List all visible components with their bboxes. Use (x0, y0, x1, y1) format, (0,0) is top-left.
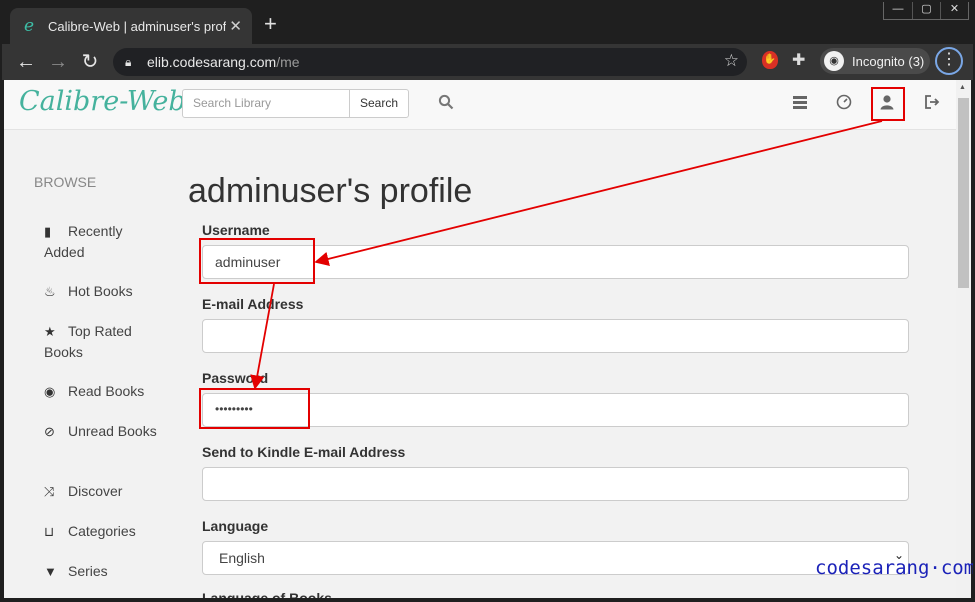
maximize-button[interactable]: ▢ (912, 1, 940, 19)
fire-icon: ♨ (44, 284, 56, 299)
username-highlight (199, 238, 315, 284)
watermark-text: codesarang·com (815, 557, 975, 579)
language-label: Language (202, 518, 269, 534)
search-input[interactable]: Search Library (182, 89, 350, 118)
admin-settings-icon[interactable] (792, 94, 808, 110)
extension-icon[interactable]: ✋ (762, 51, 778, 69)
profile-icon-highlight (871, 87, 905, 121)
email-field[interactable] (202, 319, 909, 353)
tab-title: Calibre-Web | adminuser's profile (48, 18, 226, 34)
star-icon[interactable]: ☆ (724, 51, 739, 71)
password-highlight (199, 388, 310, 429)
menu-icon[interactable]: ⋮ (935, 47, 963, 75)
calibre-favicon-icon: e (23, 16, 35, 36)
sidebar-item-categories[interactable]: ⊔ Categories (44, 521, 159, 542)
search-button[interactable]: Search (349, 89, 409, 118)
shuffle-icon: ⤨ (44, 484, 55, 499)
browser-tab[interactable]: e Calibre-Web | adminuser's profile ✕ (10, 8, 252, 44)
site-logo[interactable]: Calibre-Web (19, 86, 186, 117)
language-select[interactable]: English ⌄ (202, 541, 909, 575)
address-bar[interactable]: 🔒︎ elib.codesarang.com/me ☆ (113, 48, 747, 76)
sidebar-heading: BROWSE (34, 174, 97, 190)
language-value: English (219, 550, 265, 566)
window-controls: — ▢ ✕ (883, 0, 969, 20)
email-label: E-mail Address (202, 296, 304, 312)
star-icon: ★ (44, 324, 56, 339)
sidebar-item-unread-books[interactable]: ⊘ Unread Books (44, 421, 159, 442)
sidebar-item-discover[interactable]: ⤨ Discover (44, 481, 159, 502)
password-label: Password (202, 370, 269, 386)
sidebar-item-read-books[interactable]: ◉ Read Books (44, 381, 159, 402)
new-tab-button[interactable]: + (264, 13, 277, 35)
book-icon: ▮ (44, 224, 52, 239)
back-arrow-icon[interactable]: ← (14, 50, 38, 74)
bookmark-icon: ▼ (44, 564, 57, 579)
sidebar-item-top-rated[interactable]: ★ Top Rated Books (44, 321, 159, 362)
url-text: elib.codesarang.com/me (147, 54, 300, 70)
forward-arrow-icon[interactable]: → (46, 50, 70, 74)
logout-icon[interactable] (924, 94, 940, 110)
incognito-indicator[interactable]: ◉ Incognito (3) (820, 48, 930, 74)
kindle-email-field[interactable] (202, 467, 909, 501)
sidebar-item-recently-added[interactable]: ▮ Recently Added (44, 221, 159, 262)
eye-icon: ◉ (44, 384, 56, 399)
site-navbar: Calibre-Web Search Library Search (4, 80, 956, 130)
incognito-label: Incognito (3) (852, 53, 925, 69)
books-language-label: Language of Books (202, 590, 332, 598)
scroll-thumb[interactable] (958, 98, 969, 288)
dashboard-icon[interactable] (836, 94, 852, 110)
minimize-button[interactable]: — (884, 1, 912, 19)
search-icon[interactable] (438, 94, 454, 110)
page-viewport: Calibre-Web Search Library Search BROWSE… (4, 80, 956, 598)
eye-slash-icon: ⊘ (44, 424, 55, 439)
inbox-icon: ⊔ (44, 524, 55, 539)
lock-icon: 🔒︎ (125, 54, 132, 69)
close-window-button[interactable]: ✕ (940, 1, 968, 19)
browser-title-bar: e Calibre-Web | adminuser's profile ✕ + … (0, 0, 975, 44)
incognito-icon: ◉ (824, 51, 844, 71)
page-scrollbar[interactable]: ▲ (956, 80, 971, 598)
close-tab-icon[interactable]: ✕ (229, 17, 242, 35)
username-label: Username (202, 222, 270, 238)
page-title: adminuser's profile (188, 172, 473, 210)
puzzle-icon[interactable]: ✚ (792, 50, 805, 70)
kindle-email-label: Send to Kindle E-mail Address (202, 444, 406, 460)
reload-icon[interactable]: ↻ (78, 50, 102, 74)
scroll-up-icon[interactable]: ▲ (959, 84, 966, 91)
sidebar-item-series[interactable]: ▼ Series (44, 561, 159, 582)
sidebar-item-hot-books[interactable]: ♨ Hot Books (44, 281, 159, 302)
